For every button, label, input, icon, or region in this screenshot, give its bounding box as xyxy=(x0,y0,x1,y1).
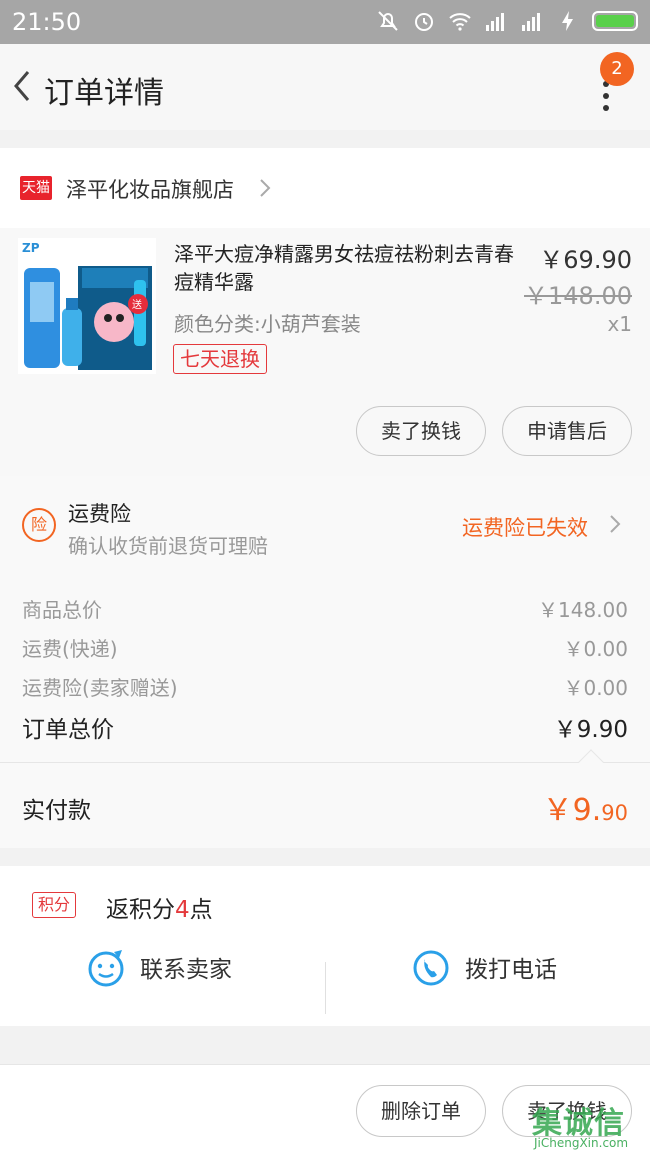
chevron-right-icon xyxy=(260,179,271,197)
order-total-value: ￥9.90 xyxy=(553,717,628,743)
mute-icon xyxy=(378,11,398,31)
delete-order-button[interactable]: 删除订单 xyxy=(356,1085,486,1137)
shipping-insurance-label: 运费险(卖家赠送) xyxy=(22,676,178,700)
alarm-icon xyxy=(415,13,433,31)
product-original-price: ￥148.00 xyxy=(524,282,632,310)
points-amount: 4 xyxy=(175,897,190,923)
product-thumbnail[interactable]: ZP 送 xyxy=(18,238,156,374)
svg-text:送: 送 xyxy=(132,298,142,311)
notification-badge: 2 xyxy=(600,52,634,86)
actual-payment-value: ￥9.90 xyxy=(543,785,628,829)
order-summary: 险 运费险 确认收货前退货可理赔 运费险已失效 商品总价 ￥148.00 运费(… xyxy=(0,476,650,762)
call-phone-label: 拨打电话 xyxy=(465,957,557,983)
insurance-description: 确认收货前退货可理赔 xyxy=(68,534,268,558)
page-title: 订单详情 xyxy=(44,76,164,111)
call-phone-button[interactable]: 拨打电话 xyxy=(325,948,650,1014)
points-prefix: 返积分 xyxy=(106,897,175,923)
payment-main: ￥9. xyxy=(542,793,602,828)
signal-icon-2 xyxy=(522,13,540,31)
points-suffix: 点 xyxy=(189,897,213,923)
store-header[interactable]: 天猫 泽平化妆品旗舰店 xyxy=(0,148,650,228)
insurance-title: 运费险 xyxy=(68,502,131,526)
shipping-label: 运费(快递) xyxy=(22,637,118,661)
product-title[interactable]: 泽平大痘净精露男女祛痘祛粉刺去青春痘精华露 xyxy=(174,240,524,296)
points-text: 返积分4点 xyxy=(106,890,213,924)
points-badge: 积分 xyxy=(32,892,76,918)
battery-icon xyxy=(592,11,638,31)
phone-icon xyxy=(413,950,449,986)
status-icons xyxy=(376,9,638,33)
shipping-value: ￥0.00 xyxy=(563,637,628,661)
insurance-icon: 险 xyxy=(22,508,56,542)
actual-payment-label: 实付款 xyxy=(22,798,91,824)
back-arrow-icon[interactable] xyxy=(8,66,38,106)
product-price: ￥69.90 xyxy=(539,246,632,274)
insurance-status[interactable]: 运费险已失效 xyxy=(462,512,588,542)
watermark-logo: 集诚信 JiChengXin.com xyxy=(528,1098,650,1155)
sell-for-cash-button[interactable]: 卖了换钱 xyxy=(356,406,486,456)
chat-face-icon xyxy=(88,950,124,987)
charging-icon xyxy=(562,11,573,31)
after-sale-button[interactable]: 申请售后 xyxy=(502,406,632,456)
return-policy-badge: 七天退换 xyxy=(173,344,267,374)
status-bar: 21:50 xyxy=(0,0,650,44)
wifi-icon xyxy=(449,13,471,31)
order-total-label: 订单总价 xyxy=(22,717,114,743)
goods-total-value: ￥148.00 xyxy=(538,598,628,622)
watermark-url: JiChengXin.com xyxy=(534,1136,629,1150)
tmall-icon: 天猫 xyxy=(20,176,52,200)
points-contact-card: 积分 返积分4点 联系卖家 拨打电话 xyxy=(0,866,650,1026)
actual-payment-row: 实付款 ￥9.90 xyxy=(0,749,650,848)
order-item-card: 天猫 泽平化妆品旗舰店 ZP 送 泽平大痘净精露男女祛痘祛粉刺去青春痘精华露 颜… xyxy=(0,148,650,476)
product-quantity: x1 xyxy=(607,312,632,336)
svg-text:ZP: ZP xyxy=(22,241,40,255)
shipping-insurance-value: ￥0.00 xyxy=(563,676,628,700)
contact-seller-label: 联系卖家 xyxy=(140,957,232,983)
product-row[interactable]: ZP 送 泽平大痘净精露男女祛痘祛粉刺去青春痘精华露 颜色分类:小葫芦套装 七天… xyxy=(0,228,650,476)
goods-total-label: 商品总价 xyxy=(22,598,102,622)
contact-seller-button[interactable]: 联系卖家 xyxy=(0,948,325,1014)
nav-bar: 订单详情 2 xyxy=(0,44,650,130)
product-spec: 颜色分类:小葫芦套装 xyxy=(174,312,361,336)
signal-icon xyxy=(486,13,504,31)
status-time: 21:50 xyxy=(12,8,82,36)
store-name[interactable]: 泽平化妆品旗舰店 xyxy=(66,174,234,204)
chevron-right-icon[interactable] xyxy=(608,514,622,534)
payment-decimal: 90 xyxy=(601,801,628,825)
